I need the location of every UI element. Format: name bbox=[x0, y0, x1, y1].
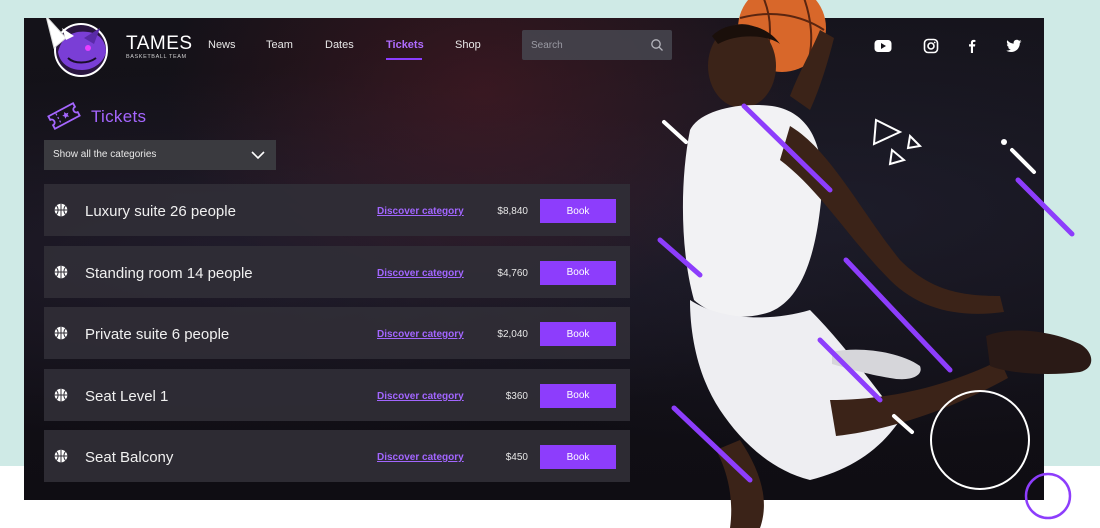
instagram-icon[interactable] bbox=[922, 38, 940, 54]
basketball-icon bbox=[54, 388, 68, 401]
ticket-price: $360 bbox=[505, 390, 528, 402]
twitter-icon[interactable] bbox=[1005, 38, 1023, 54]
search-input[interactable] bbox=[522, 30, 650, 60]
ticket-price: $2,040 bbox=[497, 329, 528, 340]
ticket-row: Luxury suite 26 people Discover category… bbox=[44, 184, 630, 236]
ticket-icon bbox=[47, 102, 81, 130]
ticket-list: Luxury suite 26 people Discover category… bbox=[44, 184, 630, 492]
book-button[interactable]: Book bbox=[540, 445, 616, 469]
website-frame: TAMES BASKETBALL TEAM News Team Dates Ti… bbox=[24, 18, 1044, 500]
ticket-price: $8,840 bbox=[497, 206, 528, 217]
brand-subtitle: BASKETBALL TEAM bbox=[126, 54, 187, 60]
ticket-row: Standing room 14 people Discover categor… bbox=[44, 245, 630, 298]
chevron-down-icon bbox=[251, 151, 265, 160]
book-button[interactable]: Book bbox=[540, 260, 616, 285]
brand-name: TAMES bbox=[126, 33, 193, 54]
nav-item-news[interactable]: News bbox=[208, 39, 236, 51]
nav-item-dates[interactable]: Dates bbox=[325, 39, 354, 51]
discover-category-link[interactable]: Discover category bbox=[377, 206, 464, 217]
basketball-icon bbox=[54, 203, 68, 217]
facebook-icon[interactable] bbox=[963, 38, 981, 54]
discover-category-link[interactable]: Discover category bbox=[377, 391, 464, 402]
rhino-logo-icon[interactable] bbox=[44, 18, 118, 82]
nav-item-tickets[interactable]: Tickets bbox=[386, 39, 424, 51]
category-select[interactable]: Show all the categories bbox=[44, 140, 276, 170]
search-box bbox=[522, 30, 672, 60]
ticket-row: Seat Balcony Discover category $450 Book bbox=[44, 430, 630, 482]
search-icon[interactable] bbox=[650, 38, 664, 52]
book-button[interactable]: Book bbox=[540, 322, 616, 346]
ticket-category-name: Seat Balcony bbox=[85, 449, 174, 466]
ticket-price: $4,760 bbox=[497, 267, 528, 279]
book-button[interactable]: Book bbox=[540, 199, 616, 223]
page-title: Tickets bbox=[91, 107, 147, 126]
ticket-category-name: Standing room 14 people bbox=[85, 264, 253, 282]
youtube-icon[interactable] bbox=[874, 38, 892, 54]
ticket-category-name: Seat Level 1 bbox=[85, 387, 169, 405]
nav-active-underline bbox=[386, 58, 422, 60]
book-button[interactable]: Book bbox=[540, 383, 616, 408]
discover-category-link[interactable]: Discover category bbox=[377, 329, 464, 340]
discover-category-link[interactable]: Discover category bbox=[377, 268, 464, 279]
ticket-category-name: Luxury suite 26 people bbox=[85, 203, 236, 220]
basketball-icon bbox=[54, 265, 68, 278]
ticket-row: Private suite 6 people Discover category… bbox=[44, 307, 630, 359]
nav-item-team[interactable]: Team bbox=[266, 39, 293, 51]
discover-category-link[interactable]: Discover category bbox=[377, 452, 464, 463]
ticket-price: $450 bbox=[505, 452, 528, 463]
ticket-row: Seat Level 1 Discover category $360 Book bbox=[44, 368, 630, 421]
ticket-category-name: Private suite 6 people bbox=[85, 326, 230, 343]
category-select-value: Show all the categories bbox=[53, 149, 157, 160]
basketball-icon bbox=[54, 326, 68, 340]
nav-item-shop[interactable]: Shop bbox=[455, 39, 481, 51]
basketball-icon bbox=[54, 449, 68, 463]
